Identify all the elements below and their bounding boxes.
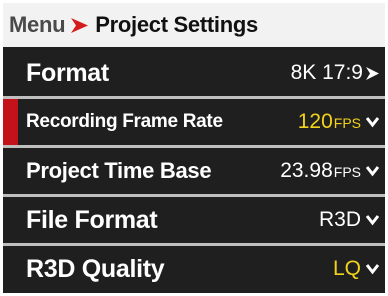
chevron-down-icon xyxy=(365,115,379,129)
menu-item-recording-frame-rate[interactable]: Recording Frame Rate 120 FPS xyxy=(3,99,385,145)
menu-item-file-format[interactable]: File Format R3D xyxy=(3,197,385,243)
frame-rate-value: 120 xyxy=(297,110,333,133)
chevron-down-icon xyxy=(365,213,379,227)
menu-item-r3d-quality[interactable]: R3D Quality LQ xyxy=(3,246,385,292)
menu-item-value: 120 FPS xyxy=(298,110,361,134)
selection-indicator xyxy=(3,99,18,145)
menu-item-project-time-base[interactable]: Project Time Base 23.98 FPS xyxy=(3,148,385,194)
menu-item-label: R3D Quality xyxy=(26,254,165,283)
menu-item-value: 8K 17:9 xyxy=(291,61,363,85)
r3d-quality-value: LQ xyxy=(332,257,361,280)
settings-panel: Menu Project Settings Format 8K 17:9 Rec… xyxy=(3,3,385,293)
menu-item-label: Format xyxy=(26,58,109,87)
chevron-down-icon xyxy=(365,164,379,178)
breadcrumb: Menu Project Settings xyxy=(3,3,385,47)
chevron-down-icon xyxy=(365,262,379,276)
arrow-right-icon xyxy=(365,66,379,80)
time-base-value: 23.98 xyxy=(280,159,333,182)
menu-item-format[interactable]: Format 8K 17:9 xyxy=(3,50,385,96)
menu-item-label: Project Time Base xyxy=(26,158,212,183)
breadcrumb-menu-link[interactable]: Menu xyxy=(9,12,66,38)
menu-item-value: 23.98 FPS xyxy=(280,159,361,183)
arrow-right-icon xyxy=(71,17,89,33)
menu-item-label: File Format xyxy=(26,205,158,234)
frame-rate-unit: FPS xyxy=(333,115,361,131)
format-value: 8K 17:9 xyxy=(290,61,363,84)
time-base-unit: FPS xyxy=(333,164,361,180)
menu-item-label: Recording Frame Rate xyxy=(26,111,223,132)
file-format-value: R3D xyxy=(318,208,361,231)
page-title: Project Settings xyxy=(95,12,258,37)
menu-item-value: LQ xyxy=(333,257,361,281)
menu-item-value: R3D xyxy=(319,208,361,232)
